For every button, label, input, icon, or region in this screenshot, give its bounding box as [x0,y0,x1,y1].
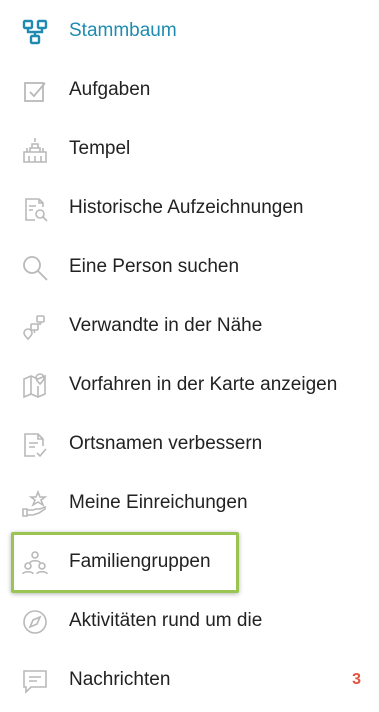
menu-item-vorfahren-in-der-karte-anzeigen[interactable]: Vorfahren in der Karte anzeigen [0,360,379,410]
search-icon [21,254,49,282]
menu-item-eine-person-suchen[interactable]: Eine Person suchen [0,242,379,292]
menu-item-meine-einreichungen[interactable]: Meine Einreichungen [0,478,379,528]
menu-item-label: Tempel [69,138,131,159]
temple-icon [21,136,49,164]
menu-item-nachrichten[interactable]: Nachrichten 3 [0,655,379,705]
menu-item-familiengruppen[interactable]: Familiengruppen [0,537,379,587]
hand-star-icon [21,490,49,518]
menu-item-label: Meine Einreichungen [69,492,248,513]
menu-item-label: Familiengruppen [69,551,211,572]
menu-item-tempel[interactable]: Tempel [0,124,379,174]
map-pin-icon [21,372,49,400]
menu-item-label: Nachrichten [69,669,171,690]
menu-item-historische-aufzeichnungen[interactable]: Historische Aufzeichnungen [0,183,379,233]
menu-item-label: Eine Person suchen [69,256,240,277]
menu-item-stammbaum[interactable]: Stammbaum [0,6,379,56]
compass-icon [21,608,49,636]
message-icon [21,667,49,695]
menu-item-label: Aktivitäten rund um die [69,610,263,631]
menu-item-label: Verwandte in der Nähe [69,315,263,336]
group-icon [21,549,49,577]
document-check-icon [21,431,49,459]
menu-item-aktivitaeten[interactable]: Aktivitäten rund um die [0,596,379,646]
menu-item-label: Aufgaben [69,79,151,100]
menu-item-verwandte-in-der-naehe[interactable]: Verwandte in der Nähe [0,301,379,351]
navigation-menu: Stammbaum Aufgaben Tempel Historische Au… [0,0,379,712]
menu-item-label: Historische Aufzeichnungen [69,197,304,218]
menu-item-label: Ortsnamen verbessern [69,433,263,454]
checklist-icon [21,77,49,105]
unread-count-badge: 3 [352,671,361,688]
menu-item-label: Vorfahren in der Karte anzeigen [69,374,338,395]
relatives-nearby-icon [21,313,49,341]
menu-item-label: Stammbaum [69,20,177,41]
record-search-icon [21,195,49,223]
menu-item-ortsnamen-verbessern[interactable]: Ortsnamen verbessern [0,419,379,469]
menu-item-aufgaben[interactable]: Aufgaben [0,65,379,115]
family-tree-icon [21,18,49,46]
